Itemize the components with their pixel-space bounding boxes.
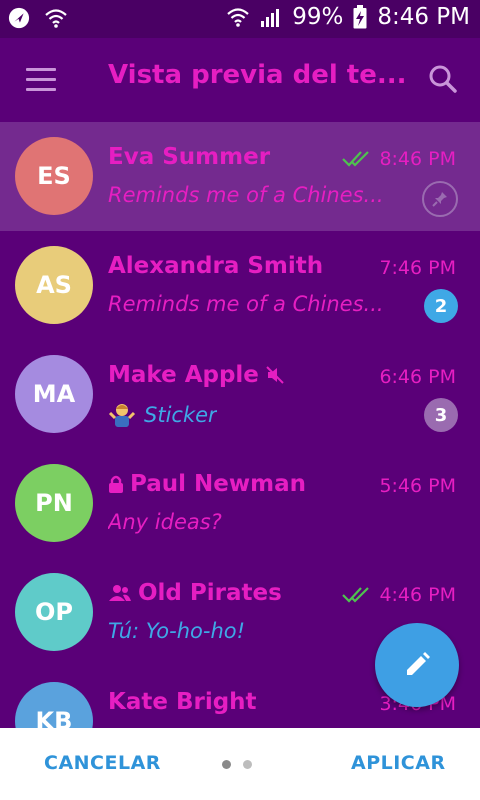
compose-button[interactable]: [375, 623, 459, 707]
chat-row[interactable]: MA Make Apple 6:46 PM Sticker 3: [0, 340, 480, 449]
menu-icon[interactable]: [26, 68, 56, 92]
chat-name: Old Pirates: [108, 580, 282, 606]
avatar: PN: [15, 464, 93, 542]
group-icon: [109, 585, 131, 601]
chat-name: Alexandra Smith: [108, 253, 323, 279]
wifi-icon: [227, 8, 249, 27]
chat-name-label: Paul Newman: [130, 471, 306, 497]
chat-name: Make Apple: [108, 362, 285, 388]
status-time: 8:46 PM: [377, 4, 470, 30]
battery-charging-icon: [353, 5, 367, 29]
chat-name-label: Make Apple: [108, 362, 259, 388]
pin-icon: [422, 181, 458, 217]
chat-name-label: Kate Bright: [108, 689, 257, 715]
chat-message: Sticker: [144, 403, 217, 427]
chat-time-wrap: 8:46 PM: [341, 148, 456, 170]
apply-button[interactable]: APLICAR: [351, 752, 446, 774]
chat-time: 5:46 PM: [379, 475, 456, 497]
mute-icon: [266, 366, 284, 384]
chat-message: Any ideas?: [108, 510, 222, 534]
wifi-icon: [45, 9, 67, 28]
unread-badge: 3: [424, 398, 458, 432]
chat-name-label: Old Pirates: [138, 580, 282, 606]
chat-message: Reminds me of a Chines...: [108, 183, 384, 207]
double-check-icon: [342, 587, 370, 603]
avatar: AS: [15, 246, 93, 324]
chat-row[interactable]: PN Paul Newman 5:46 PM Any ideas?: [0, 449, 480, 558]
chat-name-label: Eva Summer: [108, 144, 271, 170]
chat-time-wrap: 6:46 PM: [379, 366, 456, 388]
navigation-icon: [8, 7, 30, 29]
chat-row[interactable]: AS Alexandra Smith 7:46 PM Reminds me of…: [0, 231, 480, 340]
chat-time: 8:46 PM: [379, 148, 456, 170]
lock-icon: [109, 475, 123, 493]
edit-pencil-icon: [407, 652, 430, 675]
chat-name: Kate Bright: [108, 689, 257, 715]
page-dot: [243, 760, 252, 769]
status-bar: 99% 8:46 PM: [0, 0, 480, 38]
avatar: MA: [15, 355, 93, 433]
chat-message: Tú: Yo-ho-ho!: [108, 619, 246, 643]
unread-badge: 2: [424, 289, 458, 323]
chat-name-label: Alexandra Smith: [108, 253, 324, 279]
avatar: KB: [15, 682, 93, 728]
double-check-icon: [342, 151, 370, 167]
chat-time-wrap: 4:46 PM: [341, 584, 456, 606]
cancel-button[interactable]: CANCELAR: [44, 752, 161, 774]
chat-time-wrap: 5:46 PM: [379, 475, 456, 497]
chat-time: 4:46 PM: [379, 584, 456, 606]
battery-level: 99%: [292, 4, 344, 30]
app-bar: Vista previa del te...: [0, 38, 480, 122]
page-title: Vista previa del te...: [108, 60, 407, 90]
chat-row[interactable]: ES Eva Summer 8:46 PM Reminds me of a Ch…: [0, 122, 480, 231]
bottom-action-bar: CANCELAR APLICAR: [0, 728, 480, 800]
avatar: OP: [15, 573, 93, 651]
signal-icon: [261, 9, 280, 27]
page-indicator: [222, 760, 252, 769]
chat-time-wrap: 7:46 PM: [379, 257, 456, 279]
search-icon[interactable]: [428, 64, 458, 94]
page-dot: [222, 760, 231, 769]
chat-time: 7:46 PM: [379, 257, 456, 279]
chat-name: Paul Newman: [108, 471, 306, 497]
chat-name: Eva Summer: [108, 144, 270, 170]
sticker-emoji-icon: [108, 404, 136, 427]
chat-message: Reminds me of a Chines...: [108, 292, 384, 316]
chat-message-wrap: Sticker: [108, 401, 217, 429]
chat-time: 6:46 PM: [379, 366, 456, 388]
avatar: ES: [15, 137, 93, 215]
